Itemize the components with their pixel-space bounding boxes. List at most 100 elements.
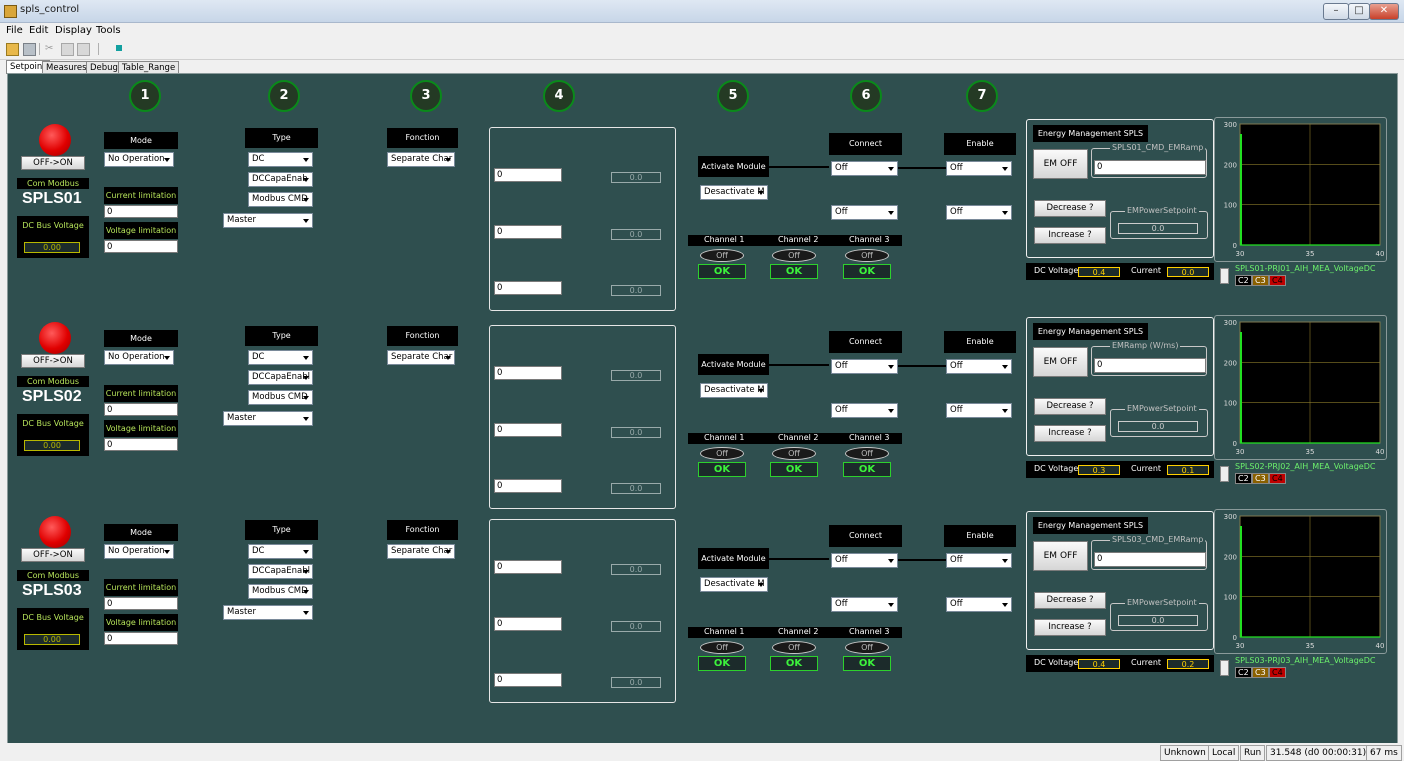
fonction-label: Fonction: [387, 520, 458, 540]
status-connection: Unknown: [1160, 745, 1210, 761]
y-tick-label: 100: [1224, 594, 1237, 602]
current-limitation-label: Current limitation: [104, 579, 178, 596]
setpoint-input-1[interactable]: 0: [494, 366, 562, 380]
fonction-select[interactable]: Separate Char: [387, 350, 455, 365]
em-off-button[interactable]: EM OFF: [1033, 541, 1088, 571]
connect-select-1[interactable]: Off: [831, 161, 898, 176]
voltage-limitation-input[interactable]: 0: [104, 632, 178, 645]
channel-3-toggle[interactable]: Off: [845, 641, 889, 654]
activate-module-label: Activate Module: [698, 548, 769, 569]
type-label: Type: [245, 520, 318, 540]
type-dc-select[interactable]: DC: [248, 152, 313, 167]
activate-module-select[interactable]: Desactivate M: [700, 577, 768, 592]
enable-select-1[interactable]: Off: [946, 359, 1012, 374]
mode-select[interactable]: No Operation: [104, 152, 174, 167]
type-capa-select[interactable]: DCCapaEnabl: [248, 564, 313, 579]
mode-select[interactable]: No Operation: [104, 350, 174, 365]
fonction-select[interactable]: Separate Char: [387, 544, 455, 559]
em-ramp-group-label: EMRamp (W/ms): [1110, 341, 1181, 350]
current-label: Current: [1131, 658, 1162, 667]
wire-line: [898, 559, 946, 561]
connect-label: Connect: [829, 133, 902, 155]
type-modbus-select[interactable]: Modbus CMD: [248, 584, 313, 599]
channel-3-ok: OK: [843, 656, 891, 671]
mode-label: Mode: [104, 524, 178, 541]
em-off-button[interactable]: EM OFF: [1033, 149, 1088, 179]
current-value: 0.2: [1167, 659, 1209, 669]
current-limitation-input[interactable]: 0: [104, 597, 178, 610]
y-tick-label: 0: [1233, 634, 1237, 642]
connect-select-2[interactable]: Off: [831, 597, 898, 612]
channel-2-label: Channel 2: [778, 627, 819, 636]
y-tick-label: 300: [1224, 319, 1237, 327]
wire-line: [769, 364, 829, 366]
em-ramp-input[interactable]: 0: [1094, 552, 1206, 567]
wire-line: [769, 166, 829, 168]
trend-scroll-button[interactable]: [1220, 660, 1229, 676]
channel-1-ok: OK: [698, 656, 746, 671]
setpoint-input-2[interactable]: 0: [494, 617, 562, 631]
setpoint-readout-1: 0.0: [611, 172, 661, 183]
energy-management-title: Energy Management SPLS: [1033, 517, 1148, 534]
em-ramp-input[interactable]: 0: [1094, 358, 1206, 373]
type-capa-select[interactable]: DCCapaEnab: [248, 172, 313, 187]
em-off-button[interactable]: EM OFF: [1033, 347, 1088, 377]
mode-label: Mode: [104, 132, 178, 149]
module-name: SPLS03: [22, 582, 82, 599]
setpoint-input-3[interactable]: 0: [494, 673, 562, 687]
status-lamp-icon: [39, 516, 71, 548]
connect-label: Connect: [829, 331, 902, 353]
status-bar: Unknown Local Run 31.548 (d0 00:00:31) 6…: [0, 743, 1404, 761]
connect-select-1[interactable]: Off: [831, 359, 898, 374]
dc-voltage-label: DC Voltage: [1034, 658, 1079, 667]
trend-series-name: SPLS03-PRJ03_AIH_MEA_VoltageDC: [1235, 656, 1376, 665]
setpoint-input-1[interactable]: 0: [494, 560, 562, 574]
status-mode: Local: [1208, 745, 1240, 761]
status-lamp-icon: [39, 124, 71, 156]
off-on-button[interactable]: OFF->ON: [21, 548, 85, 562]
channel-2-ok: OK: [770, 656, 818, 671]
em-ramp-input[interactable]: 0: [1094, 160, 1206, 175]
wire-line: [769, 558, 829, 560]
x-tick-label: 40: [1376, 642, 1384, 650]
off-on-button[interactable]: OFF->ON: [21, 156, 85, 170]
status-state: Run: [1240, 745, 1266, 761]
type-capa-select[interactable]: DCCapaEnabl: [248, 370, 313, 385]
channel-1-toggle[interactable]: Off: [700, 641, 744, 654]
com-modbus-label: Com Modbus: [17, 178, 89, 189]
empower-label: EMPowerSetpoint: [1125, 598, 1199, 607]
enable-label: Enable: [944, 525, 1016, 547]
increase-button[interactable]: Increase ?: [1034, 619, 1106, 636]
channel-1-label: Channel 1: [704, 627, 745, 636]
fonction-select[interactable]: Separate Char: [387, 152, 455, 167]
off-on-button[interactable]: OFF->ON: [21, 354, 85, 368]
module-row-spls02: OFF->ON Com Modbus SPLS02 DC Bus Voltage…: [0, 198, 1404, 509]
wire-line: [898, 365, 946, 367]
type-dc-select[interactable]: DC: [248, 544, 313, 559]
decrease-button[interactable]: Decrease ?: [1034, 592, 1106, 609]
trend-tag-c3[interactable]: C3: [1252, 667, 1269, 678]
trend-chart: 300 200 100 030 35 40: [1218, 512, 1384, 651]
type-dc-select[interactable]: DC: [248, 350, 313, 365]
channel-2-toggle[interactable]: Off: [772, 641, 816, 654]
empower-value: 0.0: [1118, 615, 1198, 626]
channel-3-label: Channel 3: [849, 627, 890, 636]
enable-label: Enable: [944, 133, 1016, 155]
wire-line: [898, 167, 946, 169]
trend-tag-c2[interactable]: C2: [1235, 667, 1252, 678]
enable-select-1[interactable]: Off: [946, 553, 1012, 568]
connect-select-1[interactable]: Off: [831, 553, 898, 568]
type-master-select[interactable]: Master: [223, 605, 313, 620]
dc-voltage-value: 0.4: [1078, 659, 1120, 669]
energy-management-title: Energy Management SPLS: [1033, 323, 1148, 340]
em-ramp-group-label: SPLS01_CMD_EMRamp: [1110, 143, 1206, 152]
enable-select-2[interactable]: Off: [946, 597, 1012, 612]
module-row-spls01: OFF->ON Com Modbus SPLS01 DC Bus Voltage…: [0, 0, 1404, 311]
status-lamp-icon: [39, 322, 71, 354]
voltage-limitation-label: Voltage limitation: [104, 614, 178, 631]
setpoint-input-1[interactable]: 0: [494, 168, 562, 182]
enable-select-1[interactable]: Off: [946, 161, 1012, 176]
setpoint-readout-1: 0.0: [611, 564, 661, 575]
mode-select[interactable]: No Operation: [104, 544, 174, 559]
trend-tag-c4[interactable]: C4: [1269, 667, 1286, 678]
